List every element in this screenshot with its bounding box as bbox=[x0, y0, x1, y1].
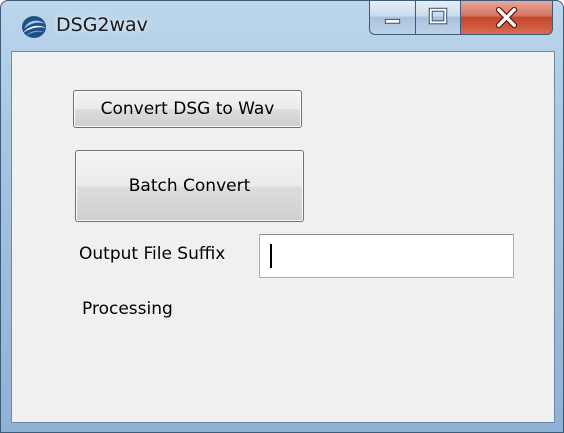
app-swirl-icon[interactable] bbox=[21, 15, 47, 39]
close-button[interactable] bbox=[461, 1, 553, 35]
application-window: DSG2wav Convert DSG to Wav Batch Convert… bbox=[0, 0, 564, 433]
text-caret bbox=[270, 244, 272, 268]
output-file-suffix-label: Output File Suffix bbox=[79, 244, 226, 264]
output-file-suffix-input[interactable] bbox=[259, 234, 514, 278]
window-title: DSG2wav bbox=[56, 14, 148, 36]
maximize-icon bbox=[428, 7, 448, 25]
processing-status-label: Processing bbox=[82, 299, 173, 319]
minimize-button[interactable] bbox=[369, 1, 416, 35]
window-controls bbox=[369, 1, 553, 35]
convert-dsg-to-wav-button[interactable]: Convert DSG to Wav bbox=[73, 90, 302, 128]
maximize-button[interactable] bbox=[416, 1, 461, 35]
batch-convert-button[interactable]: Batch Convert bbox=[75, 150, 304, 222]
title-bar[interactable]: DSG2wav bbox=[1, 1, 563, 51]
close-icon bbox=[495, 6, 518, 29]
client-area: Convert DSG to Wav Batch Convert Output … bbox=[11, 51, 555, 423]
minimize-icon bbox=[384, 18, 401, 24]
